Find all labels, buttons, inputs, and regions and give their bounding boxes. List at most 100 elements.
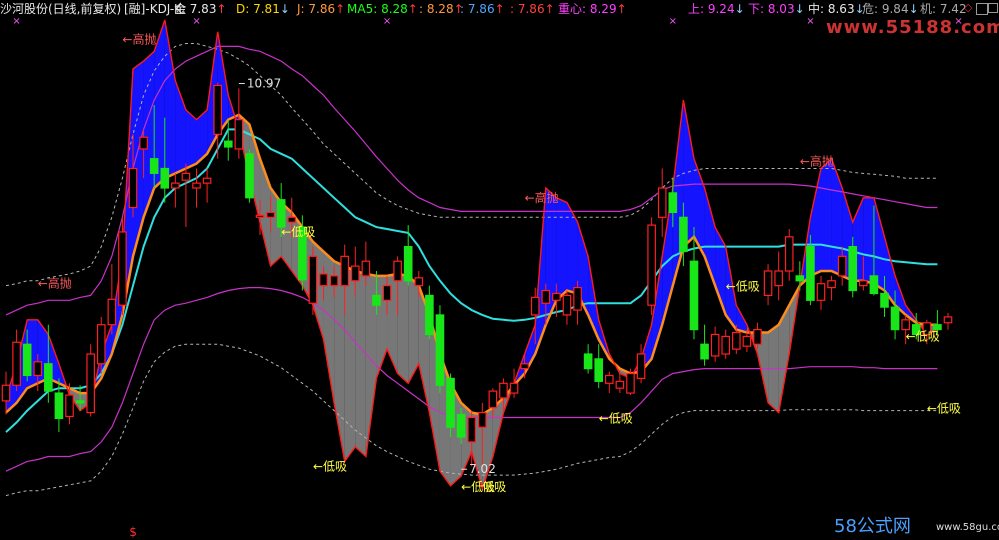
candle-up	[816, 283, 826, 301]
low-signal-label: ←低吸	[726, 280, 760, 294]
candle-up	[96, 324, 106, 365]
candle-up	[86, 353, 95, 414]
low-fill-segment	[344, 266, 356, 462]
candle-down	[245, 153, 254, 199]
candle-up	[33, 361, 43, 377]
candle-down	[44, 363, 53, 392]
high-fill-segment	[556, 197, 567, 301]
candle-up	[1, 384, 11, 402]
window-controls: ◇	[963, 0, 999, 16]
candle-up	[414, 277, 424, 287]
candle-up	[774, 270, 783, 287]
candle-up	[509, 382, 519, 394]
candle-up	[12, 341, 21, 386]
candle-down	[700, 343, 709, 360]
candle-down	[54, 392, 64, 420]
candle-up	[784, 236, 794, 272]
low-fill-segment	[397, 273, 409, 384]
high-signal-label: ←高抛	[38, 276, 72, 291]
candle-up	[361, 260, 371, 277]
low-signal-label: ←低吸	[599, 411, 633, 425]
tick-mark: ×	[383, 16, 391, 27]
candle-up	[541, 289, 551, 304]
high-signal-label: ←高抛	[525, 190, 559, 205]
candle-down	[848, 245, 858, 292]
watermark-bottom-url: www.58gu.com	[936, 522, 999, 533]
candle-up	[319, 273, 328, 287]
candle-down	[689, 260, 699, 331]
diamond-icon[interactable]: ◇	[964, 2, 974, 13]
candle-down	[456, 413, 466, 438]
high-fill-segment	[820, 158, 832, 271]
candle-up	[710, 333, 720, 357]
square-icon[interactable]	[976, 3, 988, 15]
candle-up	[234, 119, 244, 150]
candle-up	[827, 280, 836, 289]
candle-up	[732, 331, 741, 350]
candle-up	[626, 372, 635, 394]
low-signal-label: 低吸	[482, 480, 506, 494]
candle-up	[636, 353, 646, 380]
candle-up	[202, 177, 212, 184]
candle-up	[467, 416, 477, 443]
candle-up	[171, 182, 180, 189]
candle-up	[530, 296, 540, 316]
candle-up	[615, 380, 625, 389]
low-signal-label: ←低吸	[927, 402, 961, 416]
high-fill-segment	[863, 197, 874, 284]
candle-up	[499, 382, 508, 399]
candle-up	[118, 231, 127, 306]
candle-up	[488, 390, 498, 409]
candle-down	[679, 216, 688, 253]
candle-down	[435, 314, 445, 386]
low-signal-label: ←低吸	[313, 459, 347, 473]
tick-mark: ×	[192, 16, 200, 27]
watermark-top: www.55188.com	[826, 17, 999, 38]
candle-up	[837, 255, 847, 277]
tick-mark: ×	[669, 16, 677, 27]
candle-up	[287, 216, 297, 223]
candle-up	[604, 374, 614, 384]
candle-up	[573, 287, 582, 311]
candle-up	[181, 172, 191, 181]
candle-down	[795, 275, 805, 282]
candle-up	[943, 316, 953, 324]
watermark-bottom: 58公式网	[834, 516, 911, 537]
candle-up	[657, 187, 667, 218]
candle-down	[372, 294, 381, 306]
low-fill-segment	[355, 271, 366, 457]
high-fill-segment	[164, 20, 176, 179]
candle-up	[139, 136, 148, 150]
candle-up	[255, 214, 265, 218]
candle-up	[859, 280, 868, 287]
candle-down	[223, 140, 233, 148]
candle-up	[763, 270, 773, 297]
candle-down	[276, 199, 286, 228]
candle-up	[128, 167, 138, 209]
candle-up	[266, 211, 275, 218]
candle-up	[742, 335, 752, 347]
candle-up	[329, 275, 339, 287]
candle-up	[65, 394, 74, 418]
candle-down	[160, 167, 170, 189]
candle-down	[668, 192, 678, 214]
tick-mark: $	[129, 525, 137, 539]
candle-up	[382, 285, 392, 301]
candle-down	[403, 245, 413, 282]
candle-up	[107, 298, 117, 326]
candle-up	[647, 224, 656, 306]
candle-down	[890, 306, 900, 331]
low-signal-label: ←低吸	[906, 329, 940, 343]
restore-icon[interactable]	[988, 3, 998, 13]
candle-up	[520, 363, 529, 370]
candle-down	[75, 400, 85, 404]
candle-up	[350, 265, 360, 282]
candle-up	[477, 411, 487, 428]
candle-down	[869, 275, 879, 295]
candle-down	[880, 292, 889, 308]
high-fill-segment	[566, 202, 578, 294]
candle-up	[721, 335, 731, 355]
candle-down	[594, 358, 604, 382]
candle-up	[340, 255, 350, 287]
candle-up	[393, 260, 402, 282]
